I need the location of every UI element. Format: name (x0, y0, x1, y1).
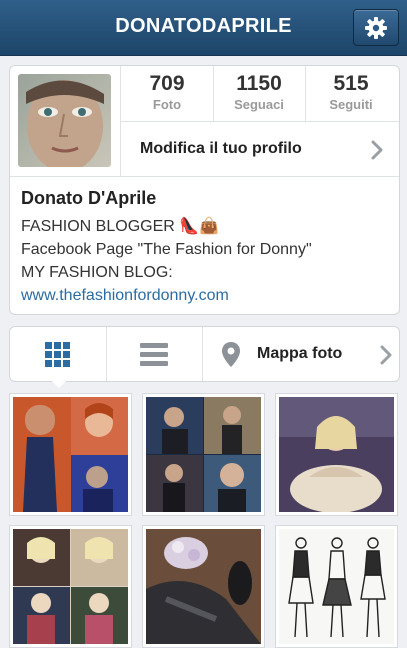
photo-thumbnail[interactable] (142, 525, 265, 648)
selected-tab-pointer (50, 379, 68, 388)
bio-line: FASHION BLOGGER 👠👜 (21, 218, 220, 235)
grid-icon (45, 342, 70, 367)
photo-thumbnail[interactable] (142, 393, 265, 516)
tab-grid-view[interactable] (10, 327, 106, 381)
stat-posts-label: Foto (152, 97, 182, 112)
photo-map-label: Mappa foto (257, 345, 343, 362)
tab-photo-map[interactable]: Mappa foto (203, 327, 399, 381)
bio-line: MY FASHION BLOG: (21, 264, 173, 281)
photo-thumbnail[interactable] (275, 393, 398, 516)
stat-posts-value: 709 (149, 72, 185, 95)
top-bar: DONATODAPRILE (0, 0, 407, 56)
stat-followers[interactable]: 1150 Seguaci (214, 72, 304, 112)
stat-followers-value: 1150 (236, 72, 282, 95)
website-link[interactable]: www.thefashionfordonny.com (21, 284, 391, 308)
stat-followers-label: Seguaci (234, 97, 284, 112)
stat-following[interactable]: 515 Seguiti (306, 72, 396, 112)
profile-name: Donato D'Aprile (21, 188, 157, 208)
bio-line: Facebook Page "The Fashion for Donny" (21, 241, 312, 258)
list-icon (140, 343, 168, 366)
location-pin-icon (222, 342, 240, 367)
chevron-right-icon (371, 140, 383, 160)
edit-profile-label: Modifica il tuo profilo (140, 140, 302, 157)
photo-grid (9, 393, 398, 648)
view-tabs: Mappa foto (9, 326, 400, 388)
profile-card: 709 Foto 1150 Seguaci 515 Seguiti Modifi… (9, 65, 400, 315)
tab-list-view[interactable] (107, 327, 202, 381)
profile-bio: Donato D'Aprile FASHION BLOGGER 👠👜 Faceb… (21, 188, 391, 308)
gear-icon (365, 17, 387, 39)
profile-username-title: DONATODAPRILE (115, 15, 292, 37)
avatar[interactable] (18, 74, 111, 167)
settings-button[interactable] (353, 9, 399, 46)
stat-following-value: 515 (333, 72, 369, 95)
stat-posts[interactable]: 709 Foto (122, 72, 212, 112)
edit-profile-button[interactable]: Modifica il tuo profilo (122, 124, 398, 176)
photo-thumbnail[interactable] (275, 525, 398, 648)
chevron-right-icon (380, 345, 392, 365)
photo-thumbnail[interactable] (9, 393, 132, 516)
divider (120, 121, 399, 122)
stat-following-label: Seguiti (329, 97, 373, 112)
photo-thumbnail[interactable] (9, 525, 132, 648)
divider (10, 176, 399, 177)
